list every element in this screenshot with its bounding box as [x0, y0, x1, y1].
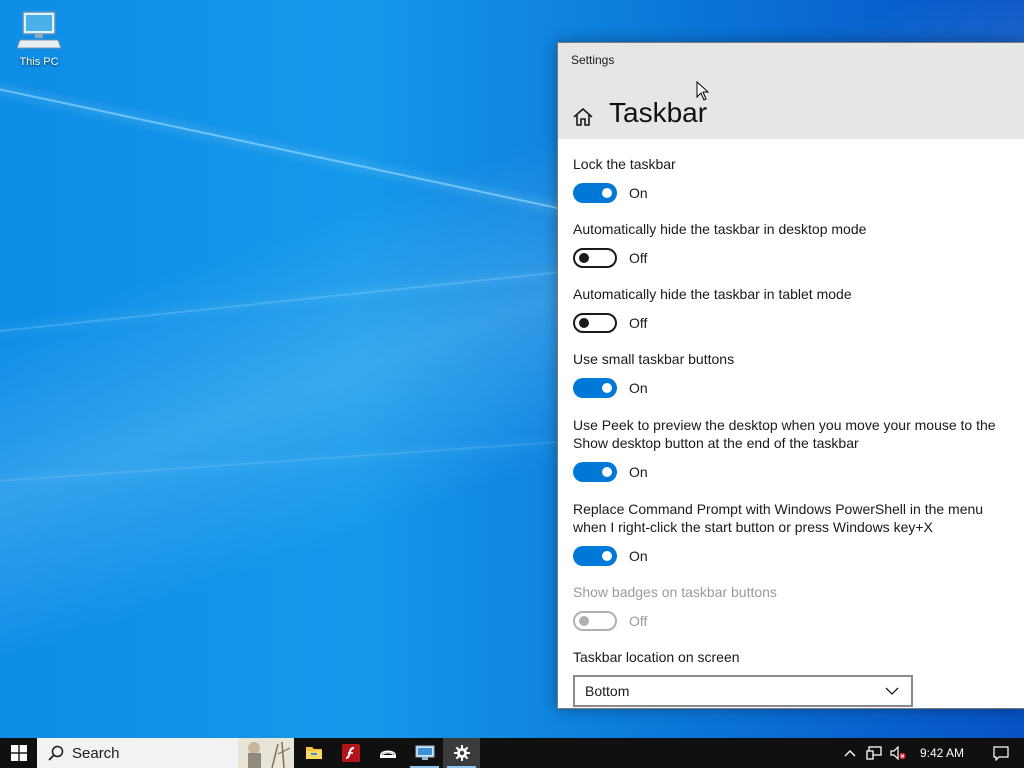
- page-title: Taskbar: [609, 97, 708, 128]
- toggle-knob: [602, 467, 612, 477]
- toggle-knob: [602, 383, 612, 393]
- setting-label: Automatically hide the taskbar in deskto…: [573, 221, 867, 237]
- volume-muted-icon: [890, 746, 906, 760]
- file-explorer-icon: [305, 747, 322, 759]
- powershell-toggle[interactable]: [573, 546, 617, 566]
- taskbar-file-explorer[interactable]: [295, 738, 332, 768]
- setting-location: Taskbar location on screen Bottom: [573, 648, 1013, 707]
- setting-small-buttons: Use small taskbar buttons On: [573, 350, 1013, 398]
- lock-taskbar-toggle[interactable]: [573, 183, 617, 203]
- toggle-state: Off: [629, 315, 648, 331]
- desktop-icon-this-pc[interactable]: This PC: [10, 10, 68, 76]
- dropdown-value: Bottom: [585, 683, 630, 699]
- toggle-state: On: [629, 380, 648, 396]
- setting-badges: Show badges on taskbar buttons Off: [573, 583, 1013, 631]
- setting-peek: Use Peek to preview the desktop when you…: [573, 416, 1013, 482]
- chevron-down-icon: [885, 687, 899, 695]
- toggle-knob: [579, 318, 589, 328]
- autohide-tablet-toggle[interactable]: [573, 313, 617, 333]
- location-dropdown[interactable]: Bottom: [573, 675, 913, 707]
- network-icon: [866, 746, 882, 760]
- taskbar-app[interactable]: [369, 738, 406, 768]
- home-icon[interactable]: [572, 106, 594, 128]
- taskbar-search-box[interactable]: Search: [37, 738, 294, 768]
- start-button[interactable]: [0, 738, 37, 768]
- search-icon: [48, 745, 64, 761]
- toggle-knob: [579, 616, 589, 626]
- wallpaper-beam: [0, 80, 567, 211]
- small-buttons-toggle[interactable]: [573, 378, 617, 398]
- taskbar: Search 9:42 AM: [0, 738, 1024, 768]
- badges-toggle: [573, 611, 617, 631]
- desktop-icon-label: This PC: [19, 56, 59, 68]
- window-header: Settings Taskbar: [558, 43, 1024, 139]
- toggle-state: On: [629, 464, 648, 480]
- action-center-button[interactable]: [978, 738, 1024, 768]
- window-title: Settings: [571, 53, 615, 67]
- toggle-knob: [602, 188, 612, 198]
- show-hidden-icons-button[interactable]: [838, 738, 862, 768]
- setting-label: Use Peek to preview the desktop when you…: [573, 417, 996, 451]
- taskbar-remote-desktop[interactable]: [406, 738, 443, 768]
- network-button[interactable]: [862, 738, 886, 768]
- flash-icon: [341, 744, 360, 762]
- notification-icon: [993, 745, 1009, 761]
- volume-button[interactable]: [886, 738, 910, 768]
- wallpaper-beam: [0, 271, 558, 332]
- setting-lock-taskbar: Lock the taskbar On: [573, 155, 1013, 203]
- toggle-state: Off: [629, 250, 648, 266]
- system-tray: 9:42 AM: [838, 738, 1024, 768]
- taskbar-flash[interactable]: [332, 738, 369, 768]
- remote-desktop-icon: [415, 745, 434, 760]
- search-highlight-image: [238, 738, 294, 768]
- settings-window: Settings Taskbar Lock the taskbar On Aut…: [557, 42, 1024, 709]
- peek-toggle[interactable]: [573, 462, 617, 482]
- toggle-state: Off: [629, 613, 648, 629]
- setting-autohide-desktop: Automatically hide the taskbar in deskto…: [573, 220, 1013, 268]
- toggle-knob: [579, 253, 589, 263]
- computer-icon: [17, 11, 61, 49]
- taskbar-settings[interactable]: [443, 738, 480, 768]
- setting-label: Automatically hide the taskbar in tablet…: [573, 286, 852, 302]
- wallpaper-beam: [0, 440, 559, 482]
- setting-label: Use small taskbar buttons: [573, 351, 735, 367]
- setting-label: Replace Command Prompt with Windows Powe…: [573, 501, 984, 535]
- setting-label: Lock the taskbar: [573, 156, 676, 172]
- settings-gear-icon: [453, 745, 470, 761]
- toggle-knob: [602, 551, 612, 561]
- search-placeholder: Search: [72, 744, 120, 762]
- toggle-state: On: [629, 185, 648, 201]
- setting-powershell: Replace Command Prompt with Windows Powe…: [573, 500, 1013, 566]
- windows-logo-icon: [10, 745, 27, 761]
- setting-label: Taskbar location on screen: [573, 649, 740, 665]
- setting-autohide-tablet: Automatically hide the taskbar in tablet…: [573, 285, 1013, 333]
- toggle-state: On: [629, 548, 648, 564]
- mouse-cursor-icon: [696, 81, 710, 101]
- clock[interactable]: 9:42 AM: [920, 746, 964, 760]
- autohide-desktop-toggle[interactable]: [573, 248, 617, 268]
- chevron-up-icon: [844, 750, 856, 757]
- setting-label: Show badges on taskbar buttons: [573, 584, 777, 600]
- app-icon: [379, 750, 396, 758]
